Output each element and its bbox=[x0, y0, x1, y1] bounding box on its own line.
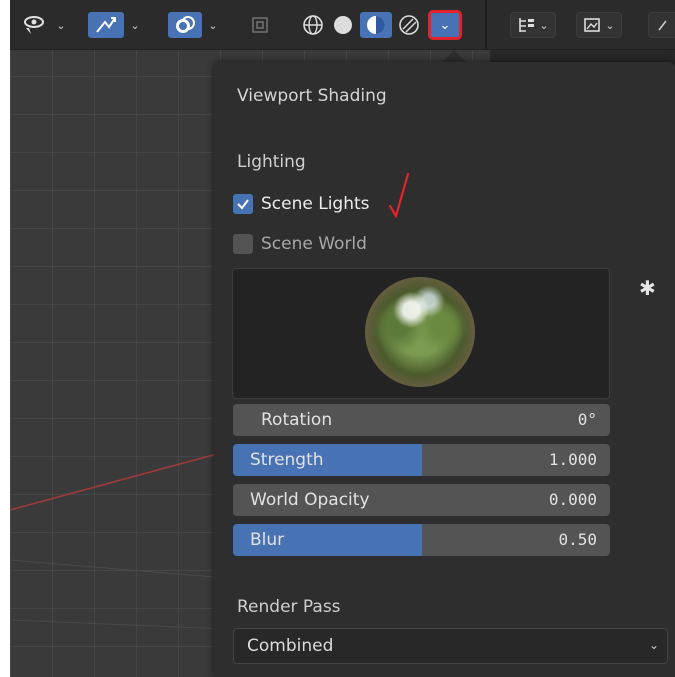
settings-gear-icon[interactable]: ✱ bbox=[639, 276, 656, 300]
annotation-checkmark bbox=[388, 172, 410, 218]
scene-world-label: Scene World bbox=[261, 234, 367, 254]
scene-world-checkbox-row[interactable]: Scene World bbox=[233, 234, 367, 254]
slider-value: 0.50 bbox=[558, 530, 597, 549]
world-opacity-slider[interactable]: World Opacity 0.000 bbox=[233, 484, 610, 516]
slider-value: 0.000 bbox=[548, 490, 597, 509]
lighting-section-label: Lighting bbox=[237, 152, 306, 172]
chevron-down-icon: ⌄ bbox=[648, 638, 659, 652]
slider-label: Blur bbox=[250, 530, 285, 550]
solid-shading-icon[interactable] bbox=[330, 12, 356, 38]
chevron-down-icon[interactable]: ⌄ bbox=[206, 12, 220, 38]
rendered-shading-icon[interactable] bbox=[396, 12, 422, 38]
hdri-sphere-image bbox=[365, 277, 475, 387]
wireframe-shading-icon[interactable] bbox=[300, 12, 326, 38]
slider-label: Strength bbox=[250, 450, 324, 470]
blur-slider[interactable]: Blur 0.50 bbox=[233, 524, 610, 556]
render-pass-dropdown[interactable]: Combined ⌄ bbox=[233, 628, 668, 664]
checkbox-checked-icon[interactable] bbox=[233, 194, 253, 214]
blender-window: ▣ ☑ ▣ ◎ ▽ ● ◉ ⌄ ⌄ ⌄ bbox=[10, 0, 675, 677]
overlay-icon[interactable] bbox=[168, 12, 202, 38]
rotation-slider[interactable]: Rotation 0° bbox=[233, 404, 610, 436]
slider-label: Rotation bbox=[261, 410, 333, 430]
popover-arrow bbox=[442, 50, 466, 62]
material-preview-icon[interactable] bbox=[360, 12, 392, 38]
render-pass-value: Combined bbox=[247, 636, 334, 656]
checkbox-unchecked-icon[interactable] bbox=[233, 234, 253, 254]
gizmo-icon[interactable] bbox=[88, 12, 124, 38]
display-mode-icon[interactable]: ⌄ bbox=[576, 12, 622, 38]
viewport-shading-popover: Viewport Shading Lighting Scene Lights S… bbox=[214, 62, 675, 677]
slider-value: 1.000 bbox=[548, 450, 597, 469]
outliner-filter-icon[interactable]: ⌄ bbox=[510, 12, 556, 38]
view-object-icon[interactable] bbox=[20, 12, 48, 38]
scene-lights-label: Scene Lights bbox=[261, 194, 370, 214]
shading-dropdown-icon[interactable]: ⌄ bbox=[428, 10, 462, 40]
area-divider bbox=[485, 0, 487, 50]
chevron-down-icon[interactable]: ⌄ bbox=[54, 12, 68, 38]
chevron-down-icon[interactable]: ⌄ bbox=[128, 12, 142, 38]
hdri-preview[interactable] bbox=[232, 268, 610, 399]
strength-slider[interactable]: Strength 1.000 bbox=[233, 444, 610, 476]
render-pass-label: Render Pass bbox=[237, 597, 341, 617]
popover-title: Viewport Shading bbox=[237, 86, 387, 106]
viewport-header: ⌄ ⌄ ⌄ ⌄ ⌄ ⌄ bbox=[10, 0, 675, 50]
search-field-edge[interactable] bbox=[648, 12, 675, 38]
xray-icon[interactable] bbox=[248, 12, 272, 38]
slider-value: 0° bbox=[577, 410, 597, 429]
scene-lights-checkbox-row[interactable]: Scene Lights bbox=[233, 194, 370, 214]
slider-label: World Opacity bbox=[250, 490, 370, 510]
